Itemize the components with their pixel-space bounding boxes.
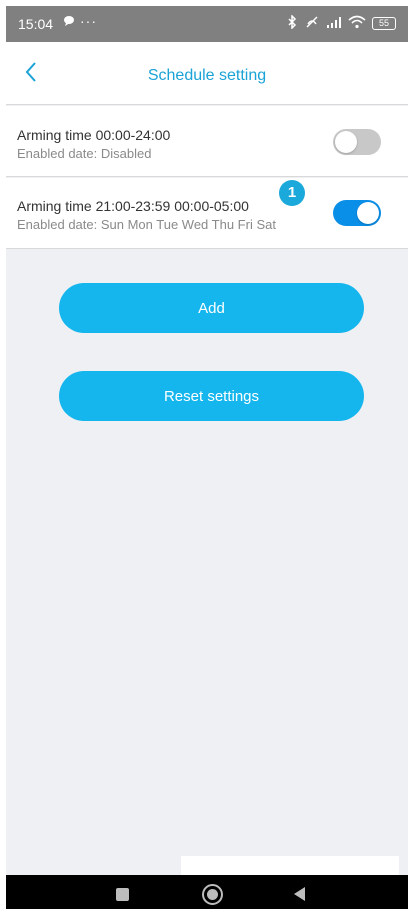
bluetooth-icon (286, 14, 298, 32)
reset-settings-button[interactable]: Reset settings (59, 371, 364, 421)
top-app-bar: Schedule setting (6, 42, 408, 105)
schedule-toggle[interactable] (333, 129, 381, 155)
page-title: Schedule setting (147, 67, 267, 84)
system-nav-bar (6, 875, 408, 909)
status-bar: 15:04 ··· 55 (6, 6, 408, 42)
more-notifications: ··· (80, 13, 97, 29)
toggle-knob (357, 202, 379, 224)
wifi-icon (348, 15, 366, 32)
bottom-panel (181, 856, 399, 875)
annotation-badge: 1 (279, 180, 305, 206)
status-time: 15:04 (18, 16, 54, 32)
enabled-date-label: Enabled date: Sun Mon Tue Wed Thu Fri Sa… (17, 217, 276, 232)
arming-time-label: Arming time 21:00-23:59 00:00-05:00 (17, 198, 249, 214)
home-icon[interactable] (202, 884, 223, 905)
silent-icon (304, 15, 320, 32)
arming-time-label: Arming time 00:00-24:00 (17, 127, 171, 143)
add-button[interactable]: Add (59, 283, 364, 333)
speech-bubble-icon (63, 15, 75, 30)
enabled-date-label: Enabled date: Disabled (17, 146, 152, 161)
back-icon[interactable] (294, 887, 305, 901)
battery-icon: 55 (372, 17, 396, 30)
recents-icon[interactable] (116, 888, 129, 901)
toggle-knob (335, 131, 357, 153)
schedule-item[interactable]: Arming time 00:00-24:00 Enabled date: Di… (6, 106, 408, 177)
schedule-toggle[interactable] (333, 200, 381, 226)
signal-icon (326, 16, 342, 31)
app-screen: 15:04 ··· 55 Schedule setting Arming tim… (6, 6, 408, 909)
schedule-item[interactable]: Arming time 21:00-23:59 00:00-05:00 Enab… (6, 178, 408, 249)
status-icons: 55 (286, 14, 396, 32)
